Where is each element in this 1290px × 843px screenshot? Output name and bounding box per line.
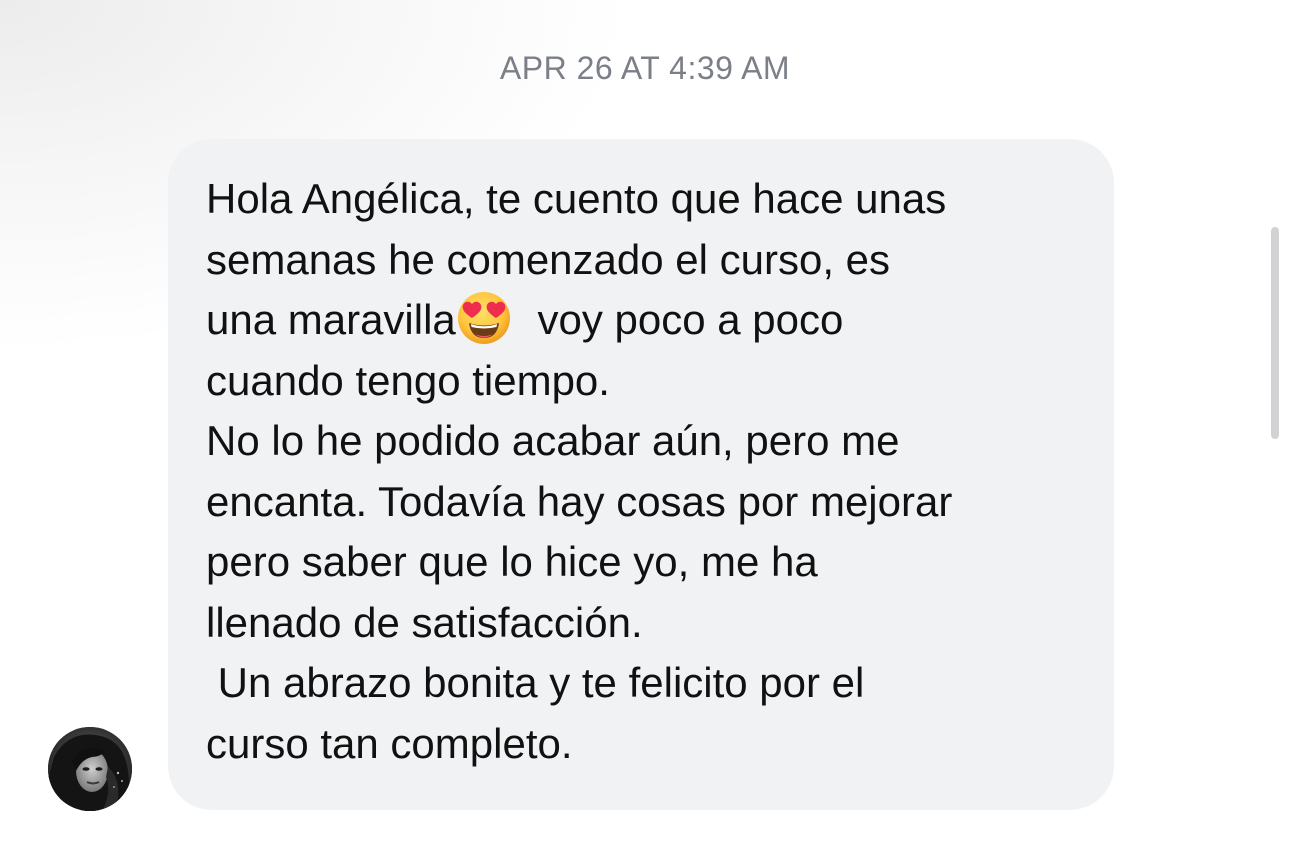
heart-eyes-emoji-icon xyxy=(456,290,512,346)
message-bubble[interactable]: Hola Angélica, te cuento que hace unas s… xyxy=(168,139,1114,810)
message-line: Un abrazo bonita y te felicito por el xyxy=(206,659,865,706)
message-line: encanta. Todavía hay cosas por mejorar xyxy=(206,477,953,525)
message-line: Hola Angélica, te cuento que hace unas xyxy=(206,175,947,222)
chat-screen: APR 26 AT 4:39 AM Hola Angélica, te cuen… xyxy=(0,0,1290,843)
message-line: llenado de satisfacción. xyxy=(206,598,643,646)
avatar-photo-icon xyxy=(48,727,132,811)
message-line: cuando tengo tiempo. xyxy=(206,356,610,404)
message-line: una maravilla xyxy=(206,296,456,343)
scrollbar-thumb[interactable] xyxy=(1271,227,1279,439)
sender-avatar[interactable] xyxy=(48,727,132,811)
message-line: voy poco a poco xyxy=(525,296,844,343)
message-line: pero saber que lo hice yo, me ha xyxy=(206,538,818,585)
message-line: semanas he comenzado el curso, es xyxy=(206,235,891,283)
message-line: No lo he podido acabar aún, pero me xyxy=(206,417,900,464)
message-text: Hola Angélica, te cuento que hace unas s… xyxy=(206,169,1078,774)
message-timestamp: APR 26 AT 4:39 AM xyxy=(499,50,791,86)
message-line: curso tan completo. xyxy=(206,719,573,767)
